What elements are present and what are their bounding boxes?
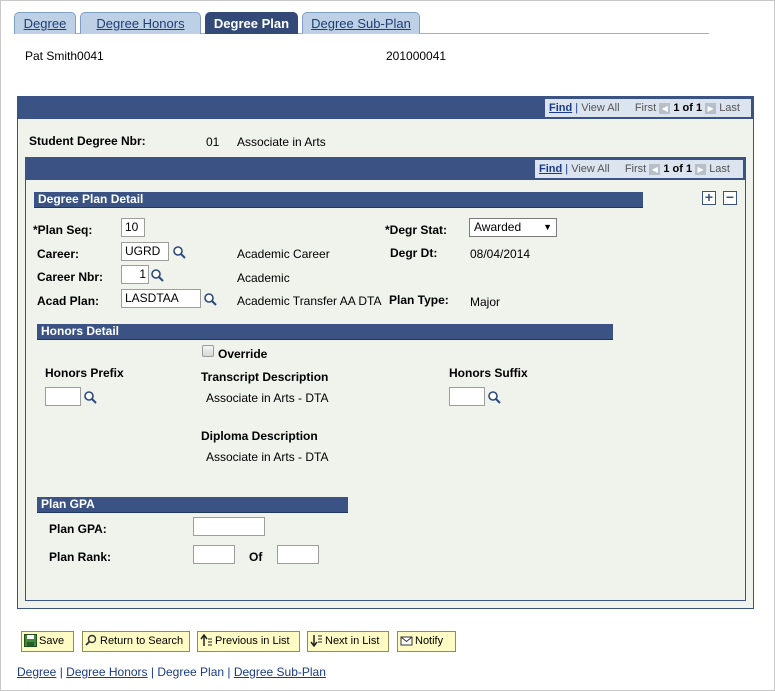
transcript-desc-label: Transcript Description bbox=[201, 370, 329, 384]
override-label: Override bbox=[218, 347, 268, 361]
save-icon bbox=[24, 633, 37, 647]
notify-icon bbox=[400, 636, 413, 646]
notify-label: Notify bbox=[415, 635, 444, 647]
degr-stat-select[interactable]: Awarded ▼ bbox=[469, 218, 557, 237]
acad-plan-label: Acad Plan: bbox=[37, 294, 100, 308]
honors-prefix-label: Honors Prefix bbox=[45, 366, 124, 380]
inner-last[interactable]: Last bbox=[709, 163, 730, 175]
outer-next-icon[interactable]: ▶ bbox=[705, 102, 717, 114]
search-return-icon bbox=[85, 634, 97, 646]
inner-nav-bar: Find | View All First ◀ 1 of 1 ▶ Last bbox=[26, 158, 745, 180]
degr-dt-label: Degr Dt: bbox=[390, 246, 438, 260]
override-checkbox[interactable] bbox=[202, 345, 214, 357]
plan-gpa-label: Plan GPA: bbox=[49, 522, 107, 536]
previous-in-list-label: Previous in List bbox=[215, 635, 290, 647]
plan-type-value: Major bbox=[470, 295, 501, 309]
honors-prefix-search-icon[interactable] bbox=[83, 390, 97, 404]
tab-degree-plan[interactable]: Degree Plan bbox=[205, 12, 298, 34]
degree-plan-panel: Find | View All First ◀ 1 of 1 ▶ Last De… bbox=[25, 157, 746, 601]
plan-rank-of-field[interactable] bbox=[277, 545, 319, 564]
dropdown-arrow-icon: ▼ bbox=[543, 222, 552, 232]
tab-degree-honors[interactable]: Degree Honors bbox=[80, 12, 201, 34]
return-to-search-label: Return to Search bbox=[100, 635, 184, 647]
tab-degree-sub-plan[interactable]: Degree Sub-Plan bbox=[302, 12, 420, 34]
next-in-list-button[interactable]: Next in List bbox=[307, 631, 389, 652]
career-field[interactable]: UGRD bbox=[121, 242, 169, 261]
notify-button[interactable]: Notify bbox=[397, 631, 456, 652]
honors-suffix-field[interactable] bbox=[449, 387, 485, 406]
student-degree-nbr: 01 bbox=[206, 135, 220, 149]
honors-suffix-search-icon[interactable] bbox=[487, 390, 501, 404]
inner-first[interactable]: First bbox=[625, 163, 646, 175]
add-row-icon[interactable]: + bbox=[702, 190, 716, 205]
honors-suffix-label: Honors Suffix bbox=[449, 366, 528, 380]
inner-count: 1 of 1 bbox=[663, 163, 693, 175]
diploma-desc-value: Associate in Arts - DTA bbox=[206, 450, 329, 464]
career-nbr-desc: Academic bbox=[237, 271, 290, 285]
outer-prev-icon[interactable]: ◀ bbox=[659, 102, 671, 114]
student-name: Pat Smith0041 bbox=[25, 49, 104, 63]
delete-row-icon[interactable]: − bbox=[723, 190, 737, 205]
career-desc: Academic Career bbox=[237, 247, 330, 261]
student-degree-desc: Associate in Arts bbox=[237, 135, 326, 149]
return-to-search-button[interactable]: Return to Search bbox=[82, 631, 190, 652]
save-label: Save bbox=[39, 635, 65, 647]
honors-prefix-field[interactable] bbox=[45, 387, 81, 406]
footer-link-degree[interactable]: Degree bbox=[17, 665, 56, 679]
acad-plan-search-icon[interactable] bbox=[203, 292, 217, 306]
next-icon bbox=[310, 634, 322, 647]
outer-view-all[interactable]: View All bbox=[581, 102, 619, 114]
career-nbr-label: Career Nbr: bbox=[37, 270, 104, 284]
of-label: Of bbox=[249, 550, 263, 564]
degr-stat-label: *Degr Stat: bbox=[385, 223, 448, 237]
save-button[interactable]: Save bbox=[21, 631, 74, 652]
footer-link-degree-plan: Degree Plan bbox=[157, 665, 225, 679]
inner-prev-icon[interactable]: ◀ bbox=[649, 163, 661, 175]
career-search-icon[interactable] bbox=[172, 245, 186, 259]
honors-detail-header: Honors Detail bbox=[37, 324, 613, 340]
footer-separator: | bbox=[224, 665, 234, 679]
previous-icon bbox=[200, 633, 212, 646]
tab-bar: Degree Degree Honors Degree Plan Degree … bbox=[14, 12, 709, 34]
tab-degree[interactable]: Degree bbox=[14, 12, 76, 34]
footer-separator: | bbox=[56, 665, 67, 679]
inner-find-link[interactable]: Find bbox=[539, 163, 562, 175]
student-id: 201000041 bbox=[386, 49, 447, 63]
footer-links: Degree | Degree Honors | Degree Plan | D… bbox=[17, 665, 326, 679]
career-nbr-search-icon[interactable] bbox=[150, 268, 164, 282]
inner-next-icon[interactable]: ▶ bbox=[695, 163, 707, 175]
previous-in-list-button[interactable]: Previous in List bbox=[197, 631, 300, 652]
degree-panel: Find | View All First ◀ 1 of 1 ▶ Last St… bbox=[17, 96, 754, 609]
outer-count: 1 of 1 bbox=[673, 102, 703, 114]
degr-dt-value: 08/04/2014 bbox=[470, 247, 531, 261]
diploma-desc-label: Diploma Description bbox=[201, 429, 318, 443]
next-in-list-label: Next in List bbox=[325, 635, 380, 647]
transcript-desc-value: Associate in Arts - DTA bbox=[206, 391, 329, 405]
outer-find-link[interactable]: Find bbox=[549, 102, 572, 114]
outer-first[interactable]: First bbox=[635, 102, 656, 114]
acad-plan-desc: Academic Transfer AA DTA bbox=[237, 294, 382, 308]
degr-stat-value: Awarded bbox=[474, 220, 522, 234]
inner-nav-info: Find | View All First ◀ 1 of 1 ▶ Last bbox=[535, 160, 743, 178]
footer-separator: | bbox=[147, 665, 158, 679]
student-degree-nbr-label: Student Degree Nbr: bbox=[29, 134, 146, 148]
acad-plan-field[interactable]: LASDTAA bbox=[121, 289, 201, 308]
footer-link-degree-honors[interactable]: Degree Honors bbox=[66, 665, 147, 679]
footer-link-degree-sub-plan[interactable]: Degree Sub-Plan bbox=[234, 665, 326, 679]
outer-nav-bar: Find | View All First ◀ 1 of 1 ▶ Last bbox=[18, 97, 753, 119]
plan-rank-field[interactable] bbox=[193, 545, 235, 564]
career-label: Career: bbox=[37, 247, 80, 261]
outer-last[interactable]: Last bbox=[719, 102, 740, 114]
career-nbr-field[interactable]: 1 bbox=[121, 265, 149, 284]
plan-rank-label: Plan Rank: bbox=[49, 550, 112, 564]
plan-gpa-header: Plan GPA bbox=[37, 497, 348, 513]
plan-seq-field[interactable]: 10 bbox=[121, 218, 145, 237]
plan-seq-label: *Plan Seq: bbox=[33, 223, 93, 237]
plan-type-label: Plan Type: bbox=[389, 293, 449, 307]
inner-view-all[interactable]: View All bbox=[571, 163, 609, 175]
degree-plan-detail-header: Degree Plan Detail bbox=[34, 192, 643, 208]
outer-nav-info: Find | View All First ◀ 1 of 1 ▶ Last bbox=[545, 99, 751, 117]
plan-gpa-field[interactable] bbox=[193, 517, 265, 536]
